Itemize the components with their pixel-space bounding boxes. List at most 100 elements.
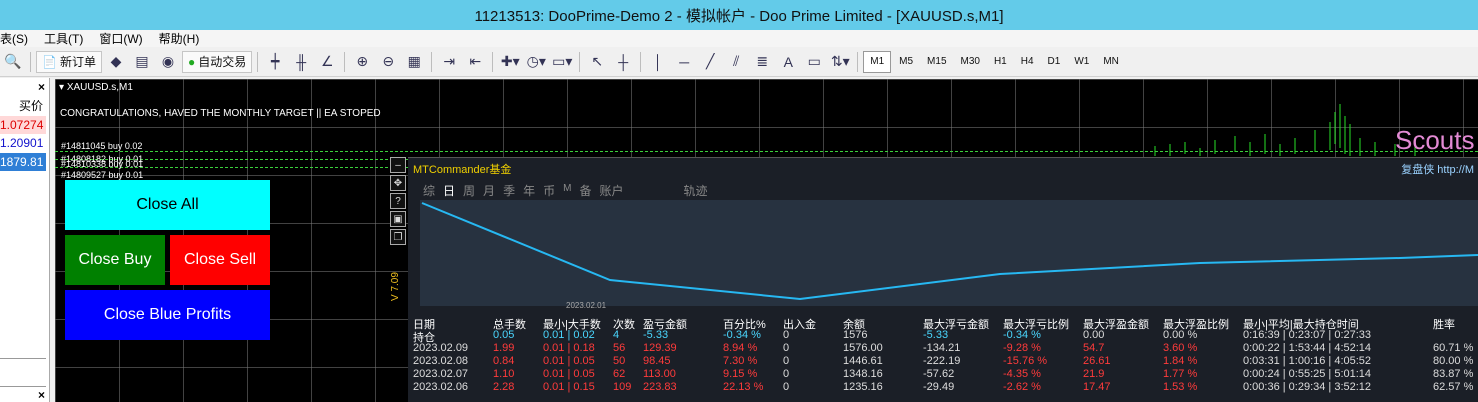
table-cell: 0 (783, 381, 790, 393)
equity-graph (420, 200, 1478, 306)
tab-month[interactable]: 月 (483, 182, 495, 199)
close-buy-button[interactable]: Close Buy (65, 235, 165, 285)
text-tool-icon[interactable]: A (776, 51, 800, 73)
templates-icon[interactable]: ▭▾ (550, 51, 574, 73)
zoom-out-icon[interactable]: ⊖ (376, 51, 400, 73)
tab-summary[interactable]: 综 (423, 182, 435, 199)
timeframe-h1[interactable]: H1 (988, 51, 1013, 73)
market-watch-row[interactable]: 1879.81 (0, 153, 46, 171)
tab-day[interactable]: 日 (443, 182, 455, 199)
new-order-button[interactable]: 📄 新订单 (36, 50, 102, 73)
table-cell: 83.87 % (1433, 368, 1474, 380)
table-cell: 0:00:22 | 1:53:44 | 4:52:14 (1243, 342, 1372, 354)
auto-scroll-icon[interactable]: ⇥ (437, 51, 461, 73)
close-sell-button[interactable]: Close Sell (170, 235, 270, 285)
signal-icon[interactable]: ◉ (156, 51, 180, 73)
gold-icon[interactable]: ◆ (104, 51, 128, 73)
close-icon[interactable]: × (38, 388, 45, 402)
periods-icon[interactable]: ◷▾ (524, 51, 548, 73)
table-cell: 54.7 (1083, 342, 1105, 354)
close-blue-profits-button[interactable]: Close Blue Profits (65, 290, 270, 340)
close-all-button[interactable]: Close All (65, 180, 270, 230)
market-watch-row[interactable]: 1.07274 (0, 116, 46, 134)
crosshair-icon[interactable]: ┼ (611, 51, 635, 73)
table-cell: -2.62 % (1003, 381, 1041, 393)
vertical-line-icon[interactable]: │ (646, 51, 670, 73)
toolbar-separator (857, 51, 859, 72)
tab-quarter[interactable]: 季 (503, 182, 515, 199)
order-label: #14810338 buy 0.01 (61, 159, 144, 169)
table-cell: 0:03:31 | 1:00:16 | 4:05:52 (1243, 355, 1372, 367)
tab-backup[interactable]: 备 (579, 182, 591, 199)
timeframe-w1[interactable]: W1 (1068, 51, 1095, 73)
toolbar-separator (640, 51, 642, 72)
bar-chart-icon[interactable]: ┿ (263, 51, 287, 73)
menu-item-tools[interactable]: 工具(T) (36, 30, 91, 47)
timeframe-d1[interactable]: D1 (1042, 51, 1067, 73)
menu-item-help[interactable]: 帮助(H) (151, 30, 208, 47)
auto-trade-button[interactable]: ● 自动交易 (181, 50, 253, 73)
move-icon[interactable]: ✥ (390, 175, 406, 191)
label-tool-icon[interactable]: ▭ (802, 51, 826, 73)
menu-item-view[interactable]: 表(S) (0, 30, 36, 47)
tab-year[interactable]: 年 (523, 182, 535, 199)
table-cell: 62 (613, 368, 626, 380)
minimize-icon[interactable]: – (390, 157, 406, 173)
timeframe-m1[interactable]: M1 (863, 50, 892, 73)
line-chart-icon[interactable]: ∠ (315, 51, 339, 73)
cursor-icon[interactable]: ↖ (585, 51, 609, 73)
panel-title: MTCommander基金 (413, 164, 512, 176)
position-cell: 4 (613, 329, 620, 341)
toolbar-separator (257, 51, 259, 72)
table-cell: 21.9 (1083, 368, 1105, 380)
zoom-in-icon[interactable]: ⊕ (350, 51, 374, 73)
col-win-rate: 胜率 (1433, 319, 1455, 331)
timeframe-m15[interactable]: M15 (921, 51, 952, 73)
table-cell: 1.10 (493, 368, 515, 380)
timeframe-h4[interactable]: H4 (1015, 51, 1040, 73)
history-icon[interactable]: ▤ (130, 51, 154, 73)
candle-chart-icon[interactable]: ╫ (289, 51, 313, 73)
table-cell: 1.77 % (1163, 368, 1198, 380)
table-cell: 62.57 % (1433, 381, 1474, 393)
position-cell: -0.34 % (723, 329, 761, 341)
table-cell: 0.84 (493, 355, 515, 367)
tab-week[interactable]: 周 (463, 182, 475, 199)
timeframe-m30[interactable]: M30 (955, 51, 986, 73)
menu-bar: 表(S) 工具(T) 窗口(W) 帮助(H) (0, 30, 1478, 47)
table-cell: 22.13 % (723, 381, 764, 393)
table-cell: -134.21 (923, 342, 961, 354)
timeframe-mn[interactable]: MN (1097, 51, 1125, 73)
panel-link[interactable]: 复盘侠 http://M (1401, 161, 1474, 177)
tile-windows-icon[interactable]: ▦ (402, 51, 426, 73)
tab-account[interactable]: 账户 (599, 182, 623, 199)
style-icon[interactable]: ▣ (390, 211, 406, 227)
position-cell: 0 (783, 329, 790, 341)
toolbar-separator (579, 51, 581, 72)
channel-icon[interactable]: ⫽ (724, 51, 748, 73)
table-cell: -15.76 % (1003, 355, 1048, 367)
help-icon[interactable]: ? (390, 193, 406, 209)
horizontal-line-icon[interactable]: ─ (672, 51, 696, 73)
timeframe-m5[interactable]: M5 (893, 51, 919, 73)
table-cell: 1235.16 (843, 381, 883, 393)
main-toolbar: 🔍 📄 新订单 ◆ ▤ ◉ ● 自动交易 ┿ ╫ ∠ ⊕ ⊖ ▦ ⇥ ⇤ ✚▾ ◷▾… (0, 47, 1478, 77)
chart-shift-icon[interactable]: ⇤ (463, 51, 487, 73)
tab-trajectory[interactable]: 轨迹 (683, 182, 707, 199)
trendline-icon[interactable]: ╱ (698, 51, 722, 73)
zoom-icon[interactable]: 🔍 (1, 51, 25, 73)
tab-m[interactable]: M (563, 183, 571, 199)
table-cell: 109 (613, 381, 632, 393)
tab-currency[interactable]: 币 (543, 182, 555, 199)
mtcommander-panel: MTCommander基金 复盘侠 http://M 综 日 周 月 季 年 币… (408, 157, 1478, 402)
table-cell: 80.00 % (1433, 355, 1474, 367)
indicators-icon[interactable]: ✚▾ (498, 51, 522, 73)
arrows-icon[interactable]: ⇅▾ (828, 51, 852, 73)
fibonacci-icon[interactable]: ≣ (750, 51, 774, 73)
market-watch-row[interactable]: 1.20901 (0, 134, 46, 152)
close-icon[interactable]: × (38, 80, 45, 94)
table-cell: 17.47 (1083, 381, 1111, 393)
menu-item-window[interactable]: 窗口(W) (91, 30, 150, 47)
restore-icon[interactable]: ❐ (390, 229, 406, 245)
table-cell: 7.30 % (723, 355, 758, 367)
